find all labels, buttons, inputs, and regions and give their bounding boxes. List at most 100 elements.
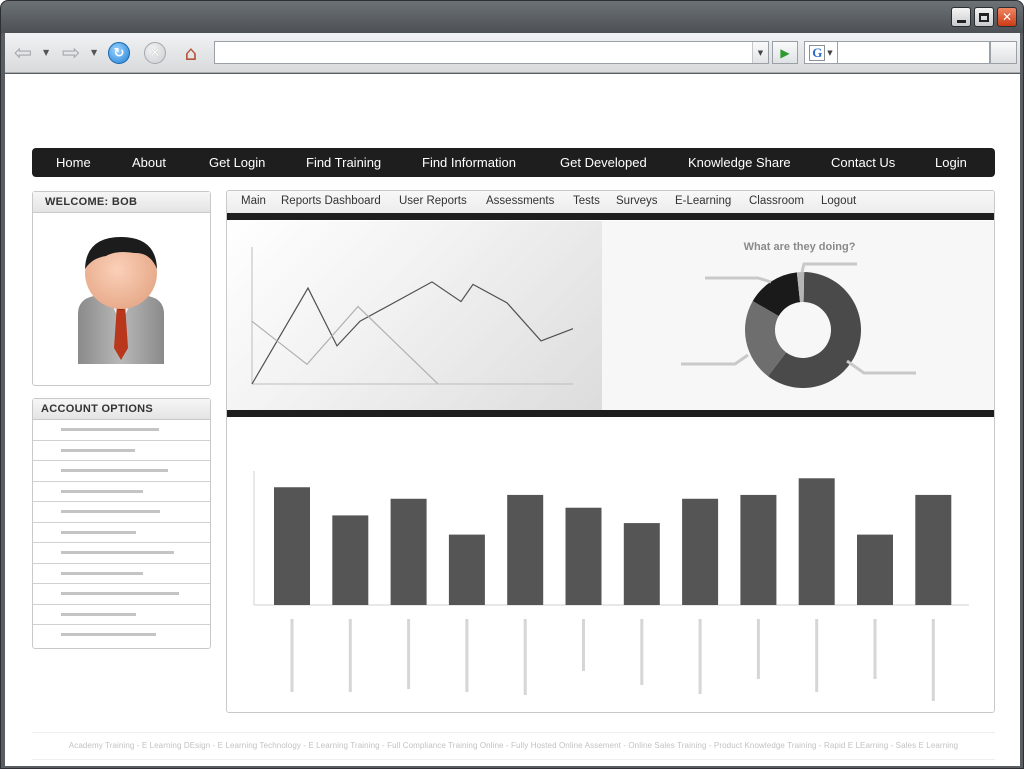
placeholder-line xyxy=(61,510,160,513)
subnav-main[interactable]: Main xyxy=(241,195,266,207)
user-avatar-icon xyxy=(78,237,164,364)
x-tick-label-placeholder xyxy=(348,619,352,692)
nav-contact-us[interactable]: Contact Us xyxy=(831,155,895,170)
stop-button[interactable]: ✕ xyxy=(143,41,167,65)
x-tick-label-placeholder xyxy=(465,619,469,692)
nav-find-training[interactable]: Find Training xyxy=(306,155,381,170)
forward-dropdown-icon[interactable]: ▼ xyxy=(91,48,97,57)
nav-knowledge-share[interactable]: Knowledge Share xyxy=(688,155,791,170)
home-icon[interactable]: ⌂ xyxy=(179,41,203,65)
account-option-item[interactable] xyxy=(33,625,210,646)
bar xyxy=(623,523,660,605)
donut-chart xyxy=(681,262,916,388)
line-series-2 xyxy=(251,305,439,385)
account-option-item[interactable] xyxy=(33,461,210,482)
placeholder-line xyxy=(61,530,136,534)
x-tick-label-placeholder xyxy=(407,619,411,689)
placeholder-line xyxy=(61,489,143,493)
nav-about[interactable]: About xyxy=(132,155,166,170)
main-nav: Home About Get Login Find Training Find … xyxy=(32,148,995,177)
leader-line xyxy=(800,262,857,273)
back-arrow-icon[interactable]: ⇦ xyxy=(11,41,35,66)
x-tick-label-placeholder xyxy=(931,619,935,701)
divider-bar xyxy=(227,213,994,220)
subnav-classroom[interactable]: Classroom xyxy=(749,195,804,207)
address-bar[interactable]: ▼ xyxy=(214,41,769,64)
x-tick-label-placeholder xyxy=(640,619,644,685)
placeholder-line xyxy=(61,448,135,452)
account-option-item[interactable] xyxy=(33,543,210,564)
nav-login[interactable]: Login xyxy=(935,155,967,170)
divider-bar xyxy=(227,410,994,417)
footer-links[interactable]: Academy Training - E Learning DEsign - E… xyxy=(32,732,995,760)
subnav-reports-dashboard[interactable]: Reports Dashboard xyxy=(281,195,381,207)
bar xyxy=(565,507,602,605)
account-option-item[interactable] xyxy=(33,564,210,584)
placeholder-line xyxy=(61,571,143,575)
close-button[interactable]: ✕ xyxy=(997,7,1017,27)
placeholder-line xyxy=(61,612,136,616)
account-options-list xyxy=(33,420,210,646)
go-button[interactable]: ▶ xyxy=(772,41,798,64)
sub-nav: Main Reports Dashboard User Reports Asse… xyxy=(227,191,994,213)
search-engine-logo-icon: G xyxy=(809,44,826,61)
go-arrow-icon: ▶ xyxy=(780,45,790,60)
subnav-assessments[interactable]: Assessments xyxy=(486,195,554,207)
bar-chart-panel xyxy=(227,418,994,712)
stop-icon: ✕ xyxy=(144,42,166,64)
maximize-button[interactable] xyxy=(974,7,994,27)
refresh-icon: ↻ xyxy=(108,42,130,64)
bar xyxy=(740,494,777,605)
bar xyxy=(332,515,369,605)
browser-toolbar: ⇦ ▼ ⇨ ▼ ↻ ✕ ⌂ ▼ ▶ G ▼ xyxy=(5,33,1020,73)
dashboard-content: Main Reports Dashboard User Reports Asse… xyxy=(226,190,995,713)
subnav-surveys[interactable]: Surveys xyxy=(616,195,658,207)
account-option-item[interactable] xyxy=(33,584,210,605)
placeholder-line xyxy=(61,551,174,554)
x-tick-label-placeholder xyxy=(582,619,585,671)
x-tick-label-placeholder xyxy=(756,619,760,679)
search-input[interactable] xyxy=(838,41,990,64)
line-chart-panel xyxy=(227,221,602,410)
account-option-item[interactable] xyxy=(33,482,210,502)
line-series-1 xyxy=(251,281,574,385)
bar xyxy=(448,534,485,605)
placeholder-line xyxy=(61,469,168,472)
bar xyxy=(390,498,427,605)
subnav-user-reports[interactable]: User Reports xyxy=(399,195,467,207)
back-dropdown-icon[interactable]: ▼ xyxy=(43,48,49,57)
account-option-item[interactable] xyxy=(33,420,210,441)
account-option-item[interactable] xyxy=(33,605,210,625)
nav-home[interactable]: Home xyxy=(56,155,91,170)
leader-line xyxy=(846,359,916,375)
placeholder-line xyxy=(61,633,156,636)
bar-chart xyxy=(253,471,969,701)
chevron-down-icon: ▼ xyxy=(827,48,833,57)
nav-get-login[interactable]: Get Login xyxy=(209,155,265,170)
search-button[interactable] xyxy=(990,41,1017,64)
line-chart xyxy=(251,247,574,385)
subnav-e-learning[interactable]: E-Learning xyxy=(675,195,731,207)
nav-get-developed[interactable]: Get Developed xyxy=(560,155,647,170)
account-options-panel: ACCOUNT OPTIONS xyxy=(32,398,211,649)
placeholder-line xyxy=(61,592,179,595)
x-tick-label-placeholder xyxy=(873,619,877,679)
minimize-button[interactable] xyxy=(951,7,971,27)
welcome-panel: WELCOME: BOB xyxy=(32,191,211,386)
account-option-item[interactable] xyxy=(33,441,210,461)
placeholder-line xyxy=(61,428,159,431)
bar xyxy=(507,494,544,605)
x-tick-label-placeholder xyxy=(523,619,527,695)
address-dropdown-icon[interactable]: ▼ xyxy=(752,42,768,63)
nav-find-information[interactable]: Find Information xyxy=(422,155,516,170)
bar xyxy=(798,478,835,605)
subnav-logout[interactable]: Logout xyxy=(821,195,856,207)
search-engine-selector[interactable]: G ▼ xyxy=(804,41,838,64)
leader-line xyxy=(705,276,772,284)
account-option-item[interactable] xyxy=(33,502,210,523)
forward-arrow-icon[interactable]: ⇨ xyxy=(59,41,83,66)
account-option-item[interactable] xyxy=(33,523,210,543)
subnav-tests[interactable]: Tests xyxy=(573,195,600,207)
account-options-title: ACCOUNT OPTIONS xyxy=(33,399,210,420)
refresh-button[interactable]: ↻ xyxy=(107,41,131,65)
